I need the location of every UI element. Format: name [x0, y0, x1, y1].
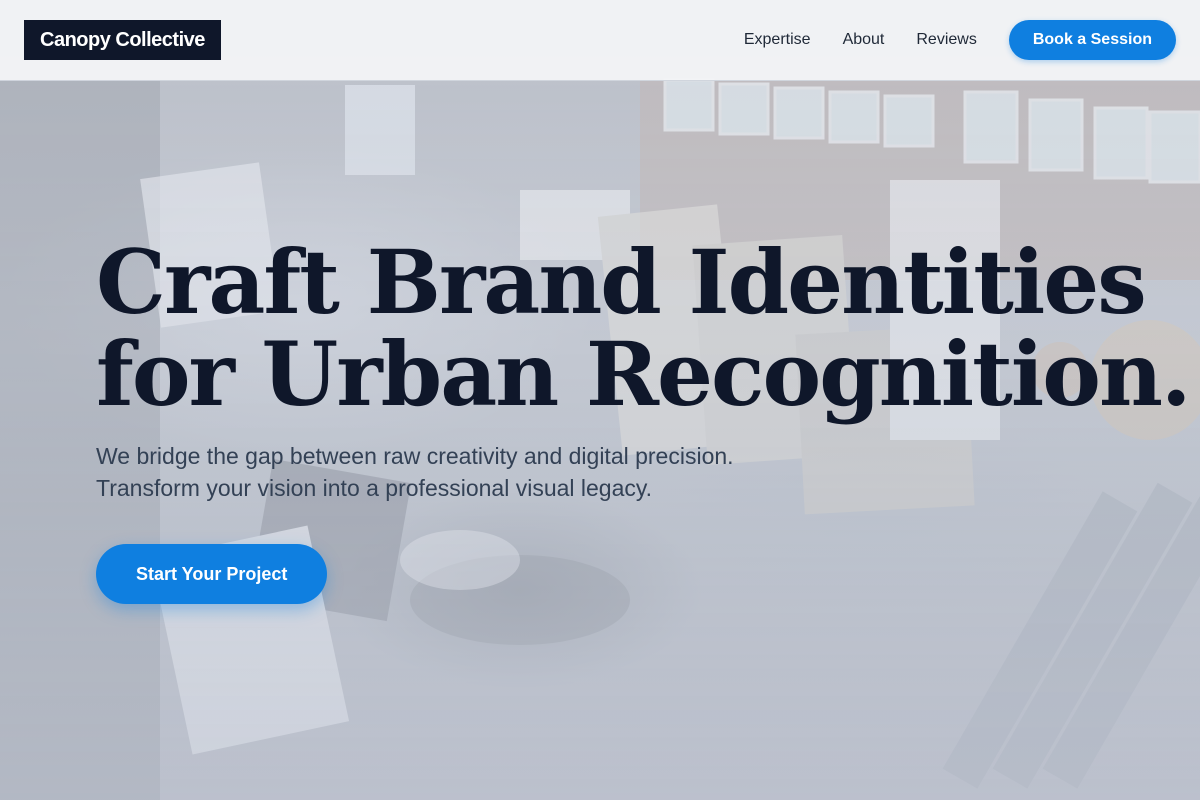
brand-logo[interactable]: Canopy Collective [24, 20, 221, 60]
landing-page: Canopy Collective Expertise About Review… [0, 0, 1200, 800]
start-project-button[interactable]: Start Your Project [96, 544, 328, 604]
main-nav: Expertise About Reviews Book a Session [744, 20, 1176, 60]
book-session-button[interactable]: Book a Session [1008, 20, 1176, 60]
hero-section: Craft Brand Identities for Urban Recogni… [96, 230, 1192, 604]
site-header: Canopy Collective Expertise About Review… [0, 0, 1200, 81]
nav-link-reviews[interactable]: Reviews [916, 31, 976, 49]
nav-link-about[interactable]: About [843, 31, 885, 49]
hero-title-line-2: for Urban Recognition. [96, 322, 1192, 426]
hero-title-line-1: Craft Brand Identities [96, 230, 1147, 334]
nav-link-expertise[interactable]: Expertise [744, 31, 811, 49]
hero-title: Craft Brand Identities for Urban Recogni… [96, 230, 1192, 426]
hero-subtitle: We bridge the gap between raw creativity… [96, 443, 734, 501]
